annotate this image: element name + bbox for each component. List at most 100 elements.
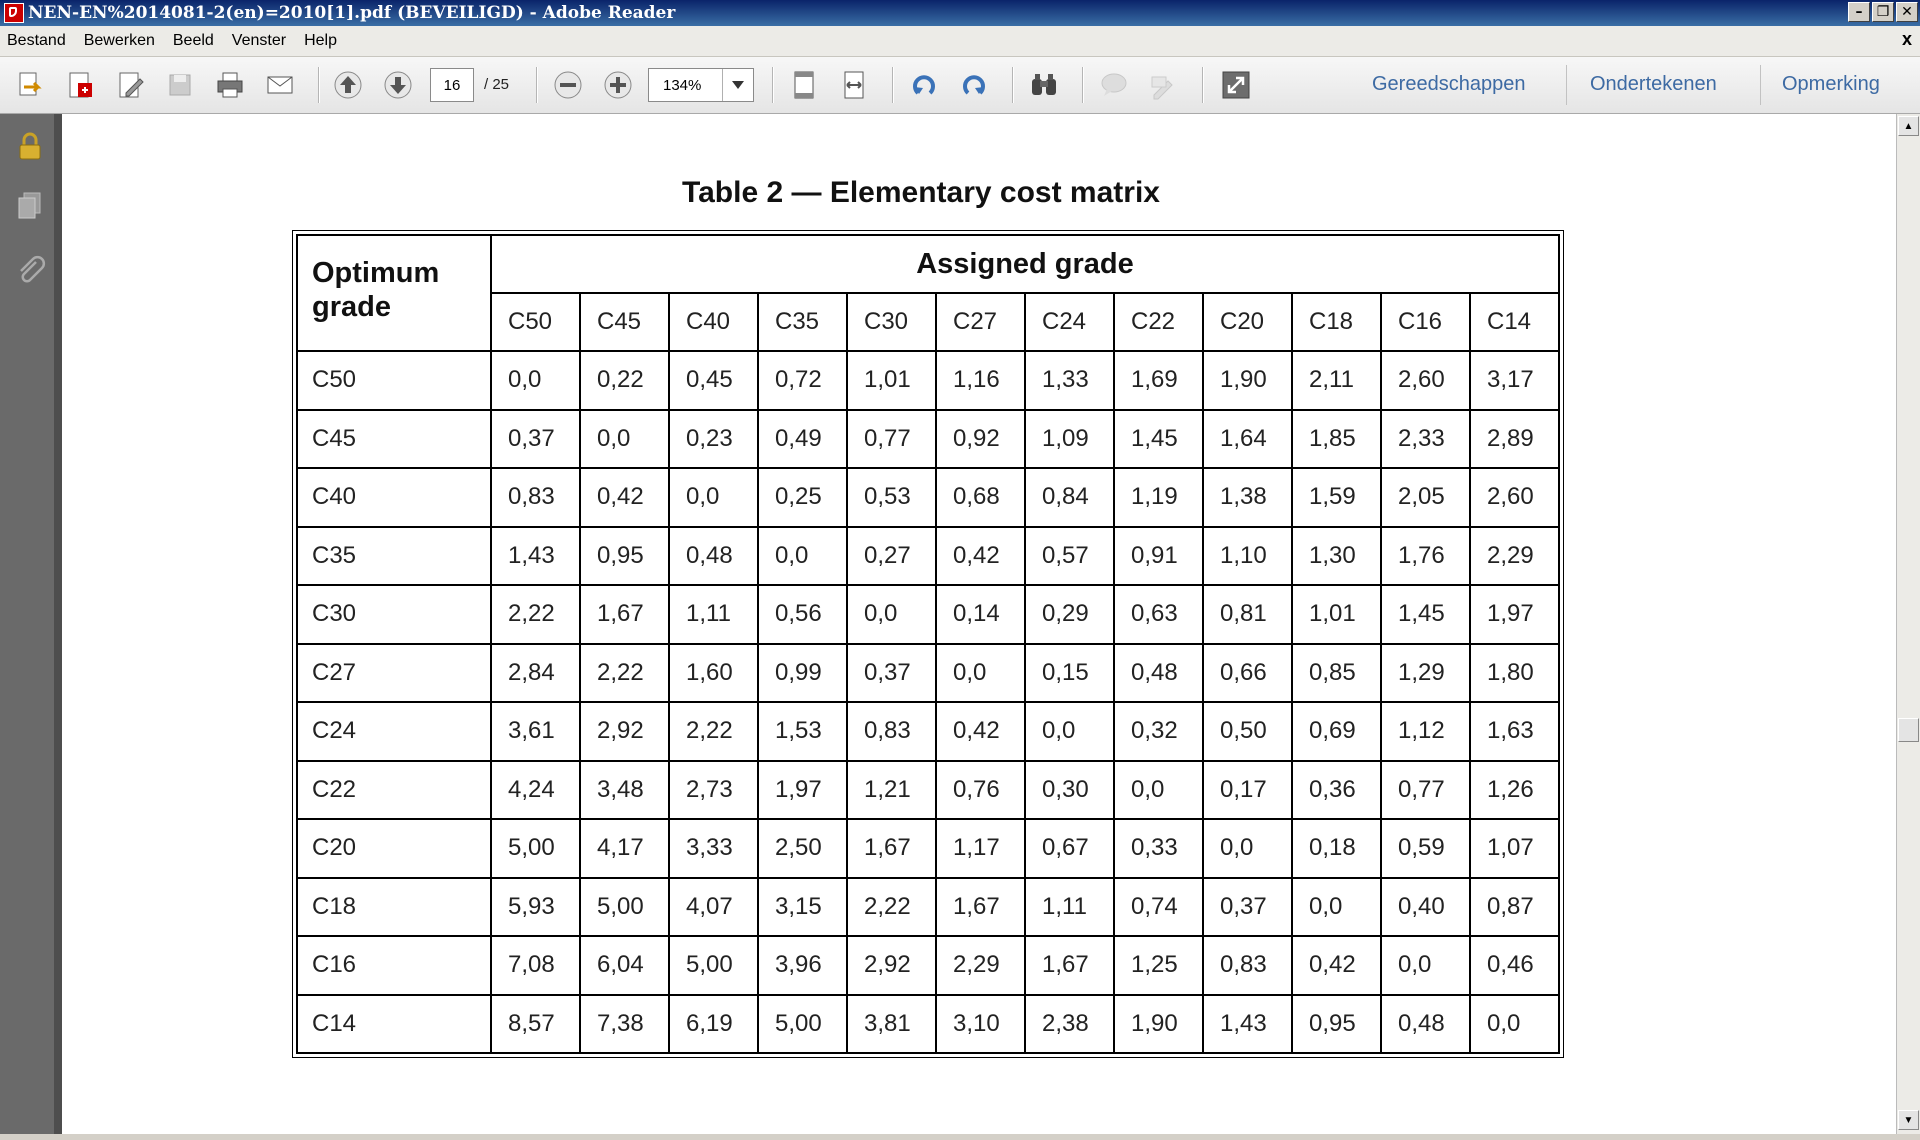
table-cell: 1,17 [935,818,1026,879]
table-cell: 1,26 [1469,759,1560,820]
table-cell: 1,60 [668,642,759,703]
table-cell: 0,36 [1291,759,1382,820]
column-header: C30 [846,292,937,352]
fit-page-icon[interactable] [786,67,822,103]
table-cell: 1,67 [846,818,937,879]
window-controls: – ❐ ✕ [1848,2,1918,22]
table-body: C50 0,0 0,22 0,45 0,72 1,01 1,16 1,33 1,69 1,90 2,… [296,350,1560,1054]
table-cell: 2,89 [1469,408,1560,469]
edit-pdf-icon[interactable] [112,67,148,103]
column-header: C50 [490,292,581,352]
minimize-button[interactable]: – [1848,2,1870,22]
attachments-paperclip-icon[interactable] [14,254,46,286]
table-cell: 1,19 [1113,467,1204,528]
scroll-up-icon[interactable]: ▲ [1898,116,1919,136]
zoom-out-icon[interactable] [550,67,586,103]
menu-bewerken[interactable]: Bewerken [76,32,163,50]
zoom-in-icon[interactable] [600,67,636,103]
close-document-icon[interactable]: x [1902,29,1912,50]
page-number-input[interactable]: 16 [430,68,474,102]
table-cell: 0,85 [1291,642,1382,703]
table-cell: 0,74 [1113,876,1204,937]
table-cell: 0,23 [668,408,759,469]
menu-bestand[interactable]: Bestand [0,32,74,50]
table-cell: 2,60 [1469,467,1560,528]
table-cell: 0,0 [1469,993,1560,1054]
column-header: C14 [1469,292,1560,352]
table-cell: 1,25 [1113,935,1204,996]
table-cell: 3,48 [579,759,670,820]
table-cell: 1,43 [490,525,581,586]
table-cell: 0,25 [757,467,848,528]
print-icon[interactable] [212,67,248,103]
table-cell: 0,48 [668,525,759,586]
rotate-left-icon[interactable] [906,67,942,103]
title-bar: NEN-EN%2014081-2(en)=2010[1].pdf (BEVEIL… [0,0,1920,26]
sticky-note-icon [1096,67,1132,103]
menu-beeld[interactable]: Beeld [165,32,222,50]
row-label: C24 [296,701,492,762]
table-cell: 2,22 [579,642,670,703]
row-label: C35 [296,525,492,586]
document-view[interactable]: Table 2 — Elementary cost matrix Optimum… [62,114,1896,1134]
chevron-down-icon[interactable] [722,69,753,101]
pages-thumbnails-icon[interactable] [14,190,46,222]
table-cell: 0,99 [757,642,848,703]
table-cell: 1,45 [1113,408,1204,469]
open-file-icon[interactable] [12,67,48,103]
table-cell: 1,59 [1291,467,1382,528]
highlight-text-icon [1146,67,1182,103]
menu-help[interactable]: Help [296,32,345,50]
table-cell: 0,0 [1024,701,1115,762]
row-label: C30 [296,584,492,645]
table-cell: 0,0 [1291,876,1382,937]
table-cell: 1,07 [1469,818,1560,879]
table-cell: 0,37 [1202,876,1293,937]
close-button[interactable]: ✕ [1896,2,1918,22]
fit-width-icon[interactable] [836,67,872,103]
zoom-select[interactable]: 134% [648,68,754,102]
vertical-scrollbar[interactable]: ▲ ▼ [1896,114,1920,1134]
toolbar-link-separator [1760,65,1761,105]
table-cell: 0,83 [490,467,581,528]
row-label: C45 [296,408,492,469]
previous-page-icon[interactable] [330,67,366,103]
comment-link[interactable]: Opmerking [1782,73,1880,96]
lock-icon[interactable] [14,130,46,162]
table-cell: 0,0 [490,350,581,411]
toolbar-separator [892,67,893,103]
table-cell: 0,83 [1202,935,1293,996]
table-cell: 0,0 [757,525,848,586]
find-binoculars-icon[interactable] [1026,67,1062,103]
table-cell: 1,21 [846,759,937,820]
table-cell: 3,81 [846,993,937,1054]
table-cell: 3,10 [935,993,1026,1054]
fullscreen-icon[interactable] [1218,67,1254,103]
menu-venster[interactable]: Venster [224,32,294,50]
next-page-icon[interactable] [380,67,416,103]
table-title: Table 2 — Elementary cost matrix [682,176,1160,209]
create-pdf-icon[interactable] [62,67,98,103]
table-cell: 1,76 [1380,525,1471,586]
table-cell: 1,97 [757,759,848,820]
table-cell: 8,57 [490,993,581,1054]
email-icon[interactable] [262,67,298,103]
table-cell: 0,53 [846,467,937,528]
tools-link[interactable]: Gereedschappen [1372,73,1525,96]
table-cell: 5,00 [579,876,670,937]
table-cell: 6,19 [668,993,759,1054]
table-cell: 0,18 [1291,818,1382,879]
table-cell: 1,63 [1469,701,1560,762]
rotate-right-icon[interactable] [956,67,992,103]
table-cell: 2,60 [1380,350,1471,411]
table-cell: 0,0 [1113,759,1204,820]
restore-button[interactable]: ❐ [1872,2,1894,22]
sign-link[interactable]: Ondertekenen [1590,73,1717,96]
table-cell: 0,32 [1113,701,1204,762]
table-cell: 1,11 [668,584,759,645]
cost-matrix-table-frame: Optimum grade Assigned grade C50 C45 C40 C3… [292,230,1564,1058]
scroll-down-icon[interactable]: ▼ [1898,1110,1919,1130]
scrollbar-thumb[interactable] [1898,718,1919,742]
table-cell: 1,01 [1291,584,1382,645]
table-cell: 0,42 [935,525,1026,586]
